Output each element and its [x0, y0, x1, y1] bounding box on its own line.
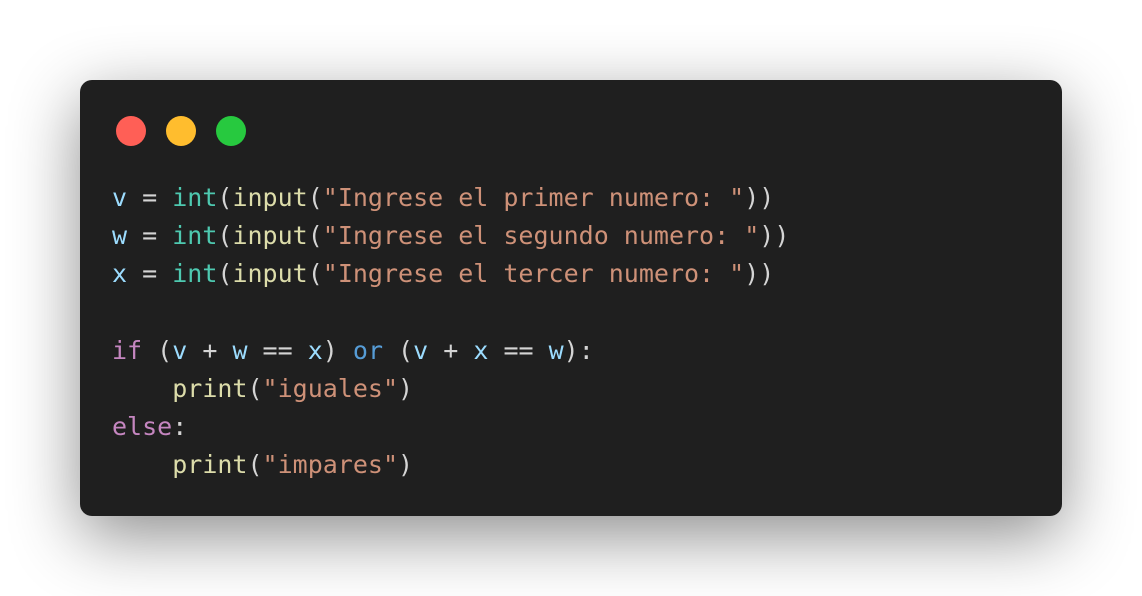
code-token: (	[307, 221, 323, 251]
code-token: )	[398, 373, 414, 403]
code-token: ==	[247, 335, 308, 365]
code-token: :	[172, 412, 188, 442]
code-token: int	[172, 221, 218, 251]
code-token: ))	[744, 183, 775, 212]
code-token: w	[548, 335, 564, 365]
code-line: v = int(input("Ingrese el primer numero:…	[112, 179, 789, 217]
code-token: ))	[759, 221, 790, 251]
code-token: +	[428, 335, 474, 365]
code-token: ):	[563, 335, 594, 365]
code-window: v = int(input("Ingrese el primer numero:…	[80, 80, 1062, 516]
code-token: (	[247, 450, 263, 480]
code-token: input	[232, 259, 308, 289]
code-token: "Ingrese el primer numero: "	[322, 183, 745, 212]
code-line: print("impares")	[112, 446, 789, 484]
code-token: w	[232, 335, 248, 365]
close-dot-icon[interactable]	[116, 116, 146, 146]
code-token: (	[217, 221, 233, 251]
code-token: x	[112, 259, 128, 289]
code-line: if (v + w == x) or (v + x == w):	[112, 332, 789, 370]
code-token: (	[247, 373, 263, 403]
code-token: "iguales"	[262, 373, 399, 403]
code-token: x	[307, 335, 323, 365]
code-token: or	[352, 335, 383, 365]
code-token: )	[322, 335, 353, 365]
code-token: "impares"	[262, 450, 399, 480]
window-controls	[116, 116, 246, 146]
code-token: (	[307, 259, 323, 289]
code-token: input	[232, 183, 308, 212]
code-token: "Ingrese el tercer numero: "	[322, 259, 745, 289]
code-token: ))	[744, 259, 775, 289]
code-token: =	[127, 259, 173, 289]
code-token: print	[172, 450, 248, 480]
code-token: print	[172, 373, 248, 403]
code-token: (	[383, 335, 414, 365]
code-token: if	[112, 335, 143, 365]
code-line: else:	[112, 408, 789, 446]
code-line: w = int(input("Ingrese el segundo numero…	[112, 217, 789, 255]
code-token: v	[172, 335, 188, 365]
code-token: (	[217, 183, 233, 212]
code-token: =	[127, 183, 173, 212]
minimize-dot-icon[interactable]	[166, 116, 196, 146]
code-token: int	[172, 259, 218, 289]
code-token: w	[112, 221, 128, 251]
code-token: (	[307, 183, 323, 212]
code-token: (	[217, 259, 233, 289]
code-token: =	[127, 221, 173, 251]
code-token: (	[142, 335, 173, 365]
code-token: else	[112, 412, 173, 442]
code-block: v = int(input("Ingrese el primer numero:…	[112, 179, 789, 485]
maximize-dot-icon[interactable]	[216, 116, 246, 146]
code-line: x = int(input("Ingrese el tercer numero:…	[112, 255, 789, 293]
code-token: ==	[488, 335, 549, 365]
code-line: print("iguales")	[112, 370, 789, 408]
code-token: v	[413, 335, 429, 365]
code-token: x	[473, 335, 489, 365]
code-token: v	[112, 183, 128, 212]
code-token: "Ingrese el segundo numero: "	[322, 221, 760, 251]
code-token: input	[232, 221, 308, 251]
code-token: )	[398, 450, 414, 480]
code-token: +	[187, 335, 233, 365]
code-token: int	[172, 183, 218, 212]
